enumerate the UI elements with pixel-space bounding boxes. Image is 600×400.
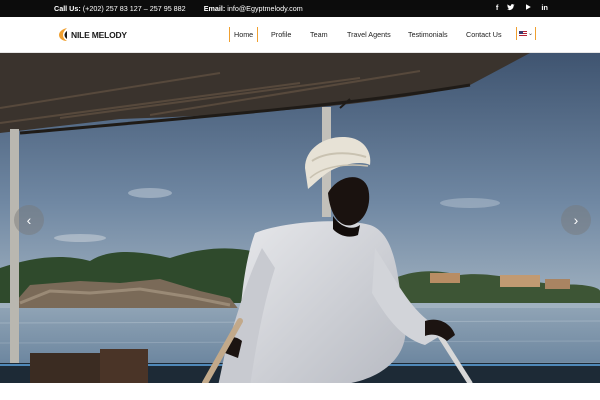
chevron-left-icon: ‹ <box>26 212 32 228</box>
nav-item-travel-agents[interactable]: Travel Agents <box>347 30 391 39</box>
facebook-icon[interactable]: f <box>496 3 499 14</box>
nav-item-home[interactable]: Home <box>229 27 259 42</box>
twitter-icon[interactable] <box>507 3 515 14</box>
phone-label: Call Us: <box>54 4 81 13</box>
nav-item-testimonials[interactable]: Testimonials <box>408 30 448 39</box>
linkedin-icon[interactable]: in <box>541 3 548 14</box>
site-header: NILE MELODY Home Profile Team Travel Age… <box>0 17 600 53</box>
hero-slider: ‹ › <box>0 53 600 386</box>
main-navigation: Home Profile Team Travel Agents Testimon… <box>0 17 600 53</box>
slider-prev-button[interactable]: ‹ <box>14 205 44 235</box>
hero-image <box>0 53 600 386</box>
chevron-right-icon: › <box>573 212 579 228</box>
phone-info: Call Us: (+202) 257 83 127 – 257 95 882 <box>54 4 186 13</box>
nav-item-contact-us[interactable]: Contact Us <box>466 30 502 39</box>
nav-item-team[interactable]: Team <box>310 30 328 39</box>
email-info: Email: info@Egyptmelody.com <box>204 4 303 13</box>
us-flag-icon <box>518 31 527 36</box>
phone-number[interactable]: (+202) 257 83 127 – 257 95 882 <box>83 4 186 13</box>
slider-next-button[interactable]: › <box>561 205 591 235</box>
hero-bottom-edge <box>0 383 600 400</box>
chevron-down-icon: ⌄ <box>527 30 534 37</box>
top-contact-bar: Call Us: (+202) 257 83 127 – 257 95 882 … <box>0 0 600 17</box>
social-links: f in <box>496 3 548 14</box>
email-label: Email: <box>203 4 226 13</box>
nav-item-profile[interactable]: Profile <box>271 30 291 39</box>
contact-info: Call Us: (+202) 257 83 127 – 257 95 882 … <box>54 4 303 13</box>
youtube-icon[interactable] <box>524 3 532 14</box>
email-address[interactable]: info@Egyptmelody.com <box>227 4 302 13</box>
zigzag-divider <box>0 390 600 396</box>
language-selector[interactable]: ⌄ <box>516 27 536 40</box>
